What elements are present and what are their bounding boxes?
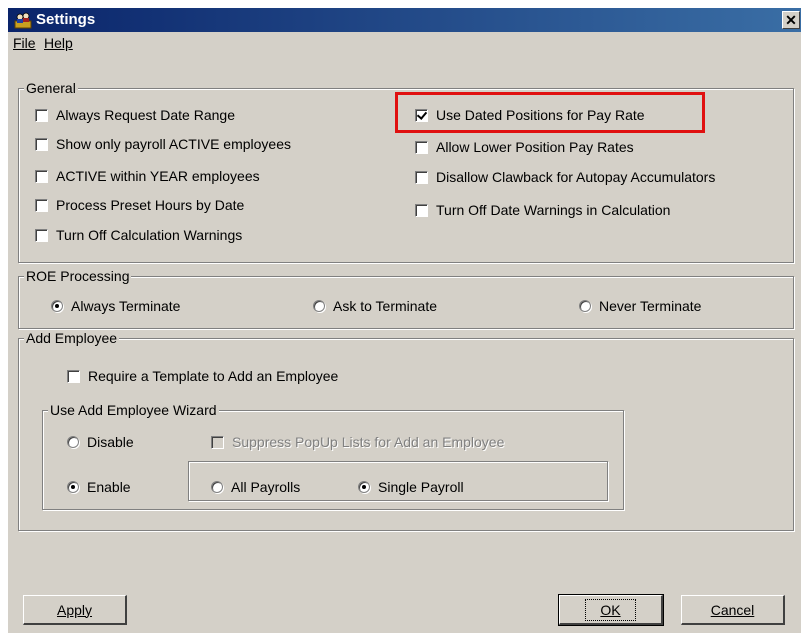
option-label: Always Request Date Range bbox=[56, 107, 235, 123]
ok-focus-rect: OK bbox=[585, 598, 636, 621]
radio-ask-to-terminate[interactable]: Ask to Terminate bbox=[313, 298, 437, 314]
checkbox[interactable] bbox=[35, 169, 48, 183]
radio[interactable] bbox=[313, 300, 325, 312]
option-disallow-clawback[interactable]: Disallow Clawback for Autopay Accumulato… bbox=[415, 169, 715, 185]
option-process-preset-hours[interactable]: Process Preset Hours by Date bbox=[35, 197, 244, 213]
radio-wizard-disable[interactable]: Disable bbox=[67, 434, 134, 450]
apply-button[interactable]: Apply bbox=[23, 595, 127, 625]
radio[interactable] bbox=[67, 436, 79, 448]
radio-always-terminate[interactable]: Always Terminate bbox=[51, 298, 180, 314]
cancel-button-label: Cancel bbox=[710, 601, 755, 618]
checkbox[interactable] bbox=[35, 108, 48, 122]
menu-help[interactable]: Help bbox=[44, 35, 73, 51]
radio-all-payrolls[interactable]: All Payrolls bbox=[211, 479, 300, 495]
option-label: Turn Off Date Warnings in Calculation bbox=[436, 202, 671, 218]
settings-window: Settings ✕ File Help General Always Requ… bbox=[8, 8, 801, 633]
option-label: Disallow Clawback for Autopay Accumulato… bbox=[436, 169, 716, 185]
option-turn-off-date-warnings[interactable]: Turn Off Date Warnings in Calculation bbox=[415, 202, 670, 218]
radio-label: Enable bbox=[87, 479, 131, 495]
option-always-request-date-range[interactable]: Always Request Date Range bbox=[35, 107, 235, 123]
window-title: Settings bbox=[36, 11, 96, 28]
radio[interactable] bbox=[211, 481, 223, 493]
radio-wizard-enable[interactable]: Enable bbox=[67, 479, 131, 495]
radio-selected[interactable] bbox=[67, 481, 79, 493]
option-allow-lower-position[interactable]: Allow Lower Position Pay Rates bbox=[415, 139, 634, 155]
checkbox-disabled[interactable] bbox=[211, 435, 224, 449]
radio-label: Ask to Terminate bbox=[333, 298, 438, 314]
option-suppress-popup[interactable]: Suppress PopUp Lists for Add an Employee bbox=[211, 434, 504, 450]
radio-label: All Payrolls bbox=[231, 479, 301, 495]
title-bar[interactable]: Settings ✕ bbox=[8, 8, 801, 32]
wizard-group-label: Use Add Employee Wizard bbox=[48, 402, 219, 418]
option-label: Show only payroll ACTIVE employees bbox=[56, 136, 291, 152]
menu-help-label: Help bbox=[44, 35, 73, 51]
menu-file[interactable]: File bbox=[13, 35, 36, 51]
option-label: Suppress PopUp Lists for Add an Employee bbox=[232, 434, 505, 450]
ok-button[interactable]: OK bbox=[558, 594, 664, 626]
radio-label: Never Terminate bbox=[599, 298, 702, 314]
checkbox[interactable] bbox=[35, 198, 48, 212]
checkbox[interactable] bbox=[415, 140, 428, 154]
app-icon bbox=[14, 12, 32, 29]
option-active-within-year[interactable]: ACTIVE within YEAR employees bbox=[35, 168, 260, 184]
checkbox[interactable] bbox=[35, 137, 48, 151]
radio-label: Always Terminate bbox=[71, 298, 181, 314]
add-employee-group-label: Add Employee bbox=[24, 330, 120, 346]
option-require-template[interactable]: Require a Template to Add an Employee bbox=[67, 368, 338, 384]
cancel-button[interactable]: Cancel bbox=[681, 595, 785, 625]
radio-label: Disable bbox=[87, 434, 134, 450]
checkbox[interactable] bbox=[415, 170, 428, 184]
option-label: Require a Template to Add an Employee bbox=[88, 368, 339, 384]
option-turn-off-calc-warnings[interactable]: Turn Off Calculation Warnings bbox=[35, 227, 242, 243]
red-highlight-box bbox=[395, 92, 705, 133]
checkbox[interactable] bbox=[415, 203, 428, 217]
menu-bar: File Help bbox=[8, 32, 801, 54]
checkbox[interactable] bbox=[35, 228, 48, 242]
option-show-only-active[interactable]: Show only payroll ACTIVE employees bbox=[35, 136, 291, 152]
radio[interactable] bbox=[579, 300, 591, 312]
radio-label: Single Payroll bbox=[378, 479, 464, 495]
radio-never-terminate[interactable]: Never Terminate bbox=[579, 298, 701, 314]
radio-single-payroll[interactable]: Single Payroll bbox=[358, 479, 464, 495]
menu-file-label: File bbox=[13, 35, 36, 51]
radio-selected[interactable] bbox=[358, 481, 370, 493]
option-label: ACTIVE within YEAR employees bbox=[56, 168, 260, 184]
radio-selected[interactable] bbox=[51, 300, 63, 312]
option-label: Turn Off Calculation Warnings bbox=[56, 227, 243, 243]
roe-group-label: ROE Processing bbox=[24, 268, 132, 284]
apply-button-label: Apply bbox=[56, 601, 93, 618]
general-group-label: General bbox=[24, 80, 78, 96]
option-label: Process Preset Hours by Date bbox=[56, 197, 245, 213]
checkbox[interactable] bbox=[67, 369, 80, 383]
option-label: Allow Lower Position Pay Rates bbox=[436, 139, 634, 155]
ok-button-label: OK bbox=[600, 601, 621, 618]
close-button[interactable]: ✕ bbox=[782, 11, 800, 29]
close-icon: ✕ bbox=[785, 12, 797, 28]
